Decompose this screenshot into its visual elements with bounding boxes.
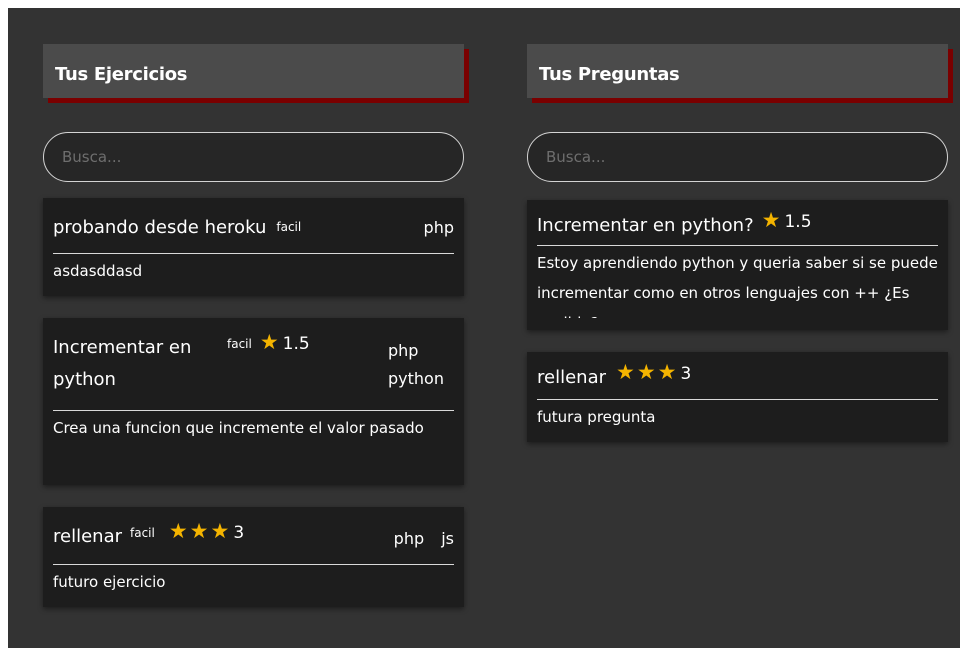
ejercicios-search[interactable] xyxy=(43,132,464,182)
rating-value: 3 xyxy=(233,523,245,543)
difficulty-label: facil xyxy=(130,526,155,540)
ejercicios-column: Tus Ejercicios probando desde heroku fac… xyxy=(43,44,464,607)
star-icon: ★ xyxy=(189,519,209,543)
card-header: rellenar ★ ★ ★ 3 xyxy=(537,352,938,400)
star-icon: ★ xyxy=(168,519,188,543)
card-description: futura pregunta xyxy=(537,408,656,426)
rating: ★ ★ ★ 3 xyxy=(168,519,245,544)
pregunta-card[interactable]: rellenar ★ ★ ★ 3 futura pregunta xyxy=(527,352,948,442)
card-title[interactable]: rellenar xyxy=(537,362,606,394)
difficulty-label: facil xyxy=(227,337,252,351)
card-title[interactable]: rellenar xyxy=(53,521,122,553)
rating: ★ 1.5 xyxy=(761,208,812,233)
app-background: Tus Ejercicios probando desde heroku fac… xyxy=(8,8,960,648)
ejercicios-search-input[interactable] xyxy=(60,147,447,167)
preguntas-search[interactable] xyxy=(527,132,948,182)
card-description: Estoy aprendiendo python y queria saber … xyxy=(537,254,938,318)
rating: ★ 1.5 xyxy=(259,330,310,355)
star-icon: ★ xyxy=(761,208,781,232)
preguntas-column: Tus Preguntas Incrementar en python? ★ 1… xyxy=(527,44,948,442)
tag-list: php xyxy=(412,214,454,237)
card-header: rellenar facil ★ ★ ★ 3 php js xyxy=(53,507,454,565)
card-title[interactable]: Incrementar en python? xyxy=(537,210,754,242)
preguntas-title: Tus Preguntas xyxy=(539,64,680,85)
rating-value: 3 xyxy=(680,364,692,384)
pregunta-card[interactable]: Incrementar en python? ★ 1.5 Estoy apren… xyxy=(527,200,948,330)
card-header: probando desde heroku facil php xyxy=(53,198,454,254)
rating: ★ ★ ★ 3 xyxy=(616,360,692,385)
ejercicio-card[interactable]: rellenar facil ★ ★ ★ 3 php js futuro eje… xyxy=(43,507,464,607)
ejercicios-header: Tus Ejercicios xyxy=(43,44,464,98)
tag[interactable]: php xyxy=(388,336,454,366)
card-description: futuro ejercicio xyxy=(53,573,166,591)
card-description: Crea una funcion que incremente el valor… xyxy=(53,419,424,437)
star-icon: ★ xyxy=(210,519,230,543)
tag-list: php python xyxy=(388,332,454,392)
star-icon: ★ xyxy=(616,360,635,384)
card-title[interactable]: Incrementar en python xyxy=(53,332,223,396)
tag[interactable]: php xyxy=(394,529,424,548)
ejercicios-title: Tus Ejercicios xyxy=(55,64,188,85)
card-header: Incrementar en python? ★ 1.5 xyxy=(537,200,938,246)
tag[interactable]: python xyxy=(388,366,454,392)
preguntas-search-input[interactable] xyxy=(544,147,931,167)
ejercicio-card[interactable]: Incrementar en python facil ★ 1.5 php py… xyxy=(43,318,464,485)
star-icon: ★ xyxy=(259,330,279,354)
star-icon: ★ xyxy=(636,360,656,384)
tag[interactable]: js xyxy=(441,529,454,548)
preguntas-header: Tus Preguntas xyxy=(527,44,948,98)
card-header: Incrementar en python facil ★ 1.5 php py… xyxy=(53,318,454,411)
difficulty-label: facil xyxy=(276,220,302,234)
rating-value: 1.5 xyxy=(784,212,812,232)
rating-value: 1.5 xyxy=(282,334,310,354)
tag-list: php js xyxy=(382,521,454,548)
star-icon: ★ xyxy=(657,360,677,384)
ejercicio-card[interactable]: probando desde heroku facil php asdasdda… xyxy=(43,198,464,296)
card-title[interactable]: probando desde heroku xyxy=(53,214,266,242)
tag[interactable]: php xyxy=(424,218,454,237)
card-description: asdasddasd xyxy=(53,262,143,280)
